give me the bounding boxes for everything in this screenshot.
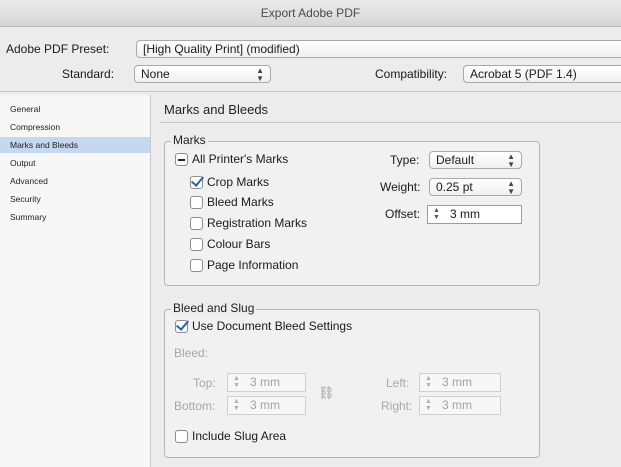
crop-marks-checkbox[interactable] [190,176,203,189]
type-label: Type: [390,153,420,167]
weight-label: Weight: [380,180,421,194]
registration-marks-checkbox[interactable] [190,217,203,230]
panel-title-rule [160,122,621,123]
all-printers-marks-checkbox[interactable] [175,153,188,166]
updown-arrows-icon: ▲ ▼ [507,152,515,169]
bottom-field[interactable]: ▲ ▼ 3 mm [227,396,306,415]
sidebar: General Compression Marks and Bleeds Out… [0,95,151,467]
offset-field[interactable]: ▲ ▼ 3 mm [427,205,522,224]
colour-bars-label: Colour Bars [207,237,271,251]
include-slug-label: Include Slug Area [192,429,287,443]
registration-marks-label: Registration Marks [207,216,308,230]
right-value: 3 mm [442,398,472,412]
sidebar-item-general[interactable]: General [0,101,150,117]
window-title: Export Adobe PDF [0,0,621,27]
updown-arrows-icon: ▲ ▼ [256,66,264,83]
weight-value: 0.25 pt [436,180,473,194]
page-information-checkbox[interactable] [190,259,203,272]
top-label: Top: [193,376,216,390]
standard-label: Standard: [62,67,115,81]
type-select[interactable]: Default ▲ ▼ [429,151,522,169]
offset-value: 3 mm [450,207,480,221]
bleed-label: Bleed: [174,346,209,360]
updown-arrows-icon: ▲ ▼ [507,179,515,196]
page-information-label: Page Information [207,258,299,272]
right-label: Right: [381,399,413,413]
stepper-arrows-icon[interactable]: ▲ ▼ [433,207,440,221]
standard-select[interactable]: None ▲ ▼ [134,65,271,83]
bottom-label: Bottom: [174,399,216,413]
bleed-marks-label: Bleed Marks [207,195,274,209]
left-field[interactable]: ▲ ▼ 3 mm [419,373,501,392]
stepper-arrows-icon[interactable]: ▲ ▼ [233,375,240,389]
panel-title: Marks and Bleeds [164,102,269,117]
preset-label: Adobe PDF Preset: [6,42,110,56]
left-value: 3 mm [442,375,472,389]
header-divider [0,91,621,92]
weight-select[interactable]: 0.25 pt ▲ ▼ [429,178,522,196]
offset-label: Offset: [385,207,421,221]
crop-marks-label: Crop Marks [207,175,270,189]
preset-select[interactable]: [High Quality Print] (modified) [136,40,621,58]
sidebar-item-output[interactable]: Output [0,155,150,171]
sidebar-item-advanced[interactable]: Advanced [0,173,150,189]
compat-select[interactable]: Acrobat 5 (PDF 1.4) [463,65,621,83]
sidebar-item-compression[interactable]: Compression [0,119,150,135]
all-printers-marks-label: All Printer's Marks [192,152,289,166]
colour-bars-checkbox[interactable] [190,238,203,251]
preset-value: [High Quality Print] (modified) [143,42,300,56]
chain-link-icon[interactable]: ⛓ [318,385,335,401]
sidebar-item-marks-and-bleeds[interactable]: Marks and Bleeds [0,137,150,153]
marks-group-title: Marks [171,133,208,147]
sidebar-item-summary[interactable]: Summary [0,209,150,225]
sidebar-item-security[interactable]: Security [0,191,150,207]
bleed-slug-group-title: Bleed and Slug [171,301,257,315]
left-label: Left: [386,376,410,390]
top-field[interactable]: ▲ ▼ 3 mm [227,373,306,392]
standard-value: None [141,67,170,81]
bleed-marks-checkbox[interactable] [190,196,203,209]
stepper-arrows-icon[interactable]: ▲ ▼ [425,398,432,412]
compat-value: Acrobat 5 (PDF 1.4) [470,67,577,81]
top-value: 3 mm [250,375,280,389]
right-field[interactable]: ▲ ▼ 3 mm [419,396,501,415]
stepper-arrows-icon[interactable]: ▲ ▼ [425,375,432,389]
include-slug-checkbox[interactable] [175,430,188,443]
stepper-arrows-icon[interactable]: ▲ ▼ [233,398,240,412]
type-value: Default [436,153,475,167]
use-document-bleed-checkbox[interactable] [175,320,188,333]
use-document-bleed-label: Use Document Bleed Settings [192,319,353,333]
bottom-value: 3 mm [250,398,280,412]
compat-label: Compatibility: [375,67,448,81]
